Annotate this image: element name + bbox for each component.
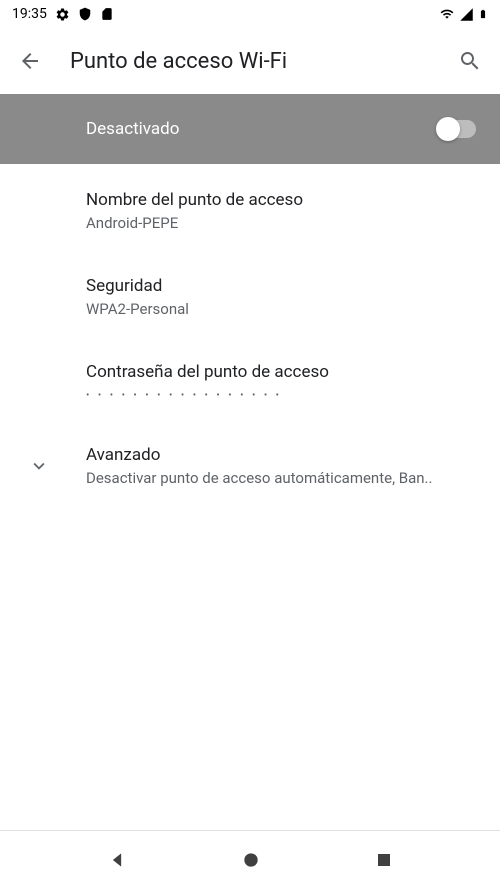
wifi-icon xyxy=(439,7,455,21)
security-value: WPA2-Personal xyxy=(86,300,476,318)
sim-card-icon xyxy=(100,7,114,21)
nav-back-button[interactable] xyxy=(107,850,127,870)
hotspot-switch[interactable] xyxy=(438,120,476,138)
page-title: Punto de acceso Wi-Fi xyxy=(70,49,430,74)
arrow-back-icon xyxy=(18,49,42,73)
password-item[interactable]: Contraseña del punto de acceso • • • • •… xyxy=(0,340,500,423)
advanced-item[interactable]: Avanzado Desactivar punto de acceso auto… xyxy=(0,423,500,509)
status-time: 19:35 xyxy=(12,6,47,22)
password-title: Contraseña del punto de acceso xyxy=(86,362,476,382)
advanced-title: Avanzado xyxy=(86,445,476,465)
signal-icon xyxy=(459,7,474,22)
app-bar: Punto de acceso Wi-Fi xyxy=(0,28,500,94)
security-title: Seguridad xyxy=(86,276,476,296)
hotspot-name-value: Android-PEPE xyxy=(86,214,476,232)
battery-icon xyxy=(478,6,488,22)
search-icon xyxy=(458,49,482,73)
toggle-status-label: Desactivado xyxy=(86,119,179,139)
search-button[interactable] xyxy=(458,49,482,73)
nav-recent-icon xyxy=(375,851,393,869)
nav-home-icon xyxy=(241,850,261,870)
status-bar: 19:35 xyxy=(0,0,500,28)
nav-back-icon xyxy=(107,850,127,870)
shield-icon xyxy=(78,7,92,21)
nav-home-button[interactable] xyxy=(241,850,261,870)
security-item[interactable]: Seguridad WPA2-Personal xyxy=(0,254,500,340)
navigation-bar xyxy=(0,830,500,888)
chevron-down-icon xyxy=(28,455,50,481)
status-right xyxy=(439,6,488,22)
switch-thumb xyxy=(436,117,460,141)
password-mask: • • • • • • • • • • • • • • • • • xyxy=(86,390,476,401)
settings-gear-icon xyxy=(55,7,70,22)
back-button[interactable] xyxy=(18,49,42,73)
hotspot-name-title: Nombre del punto de acceso xyxy=(86,190,476,210)
hotspot-toggle-row[interactable]: Desactivado xyxy=(0,94,500,164)
hotspot-name-item[interactable]: Nombre del punto de acceso Android-PEPE xyxy=(0,168,500,254)
advanced-subtitle: Desactivar punto de acceso automáticamen… xyxy=(86,469,476,487)
nav-recent-button[interactable] xyxy=(375,851,393,869)
settings-list: Nombre del punto de acceso Android-PEPE … xyxy=(0,164,500,509)
status-left: 19:35 xyxy=(12,6,114,22)
